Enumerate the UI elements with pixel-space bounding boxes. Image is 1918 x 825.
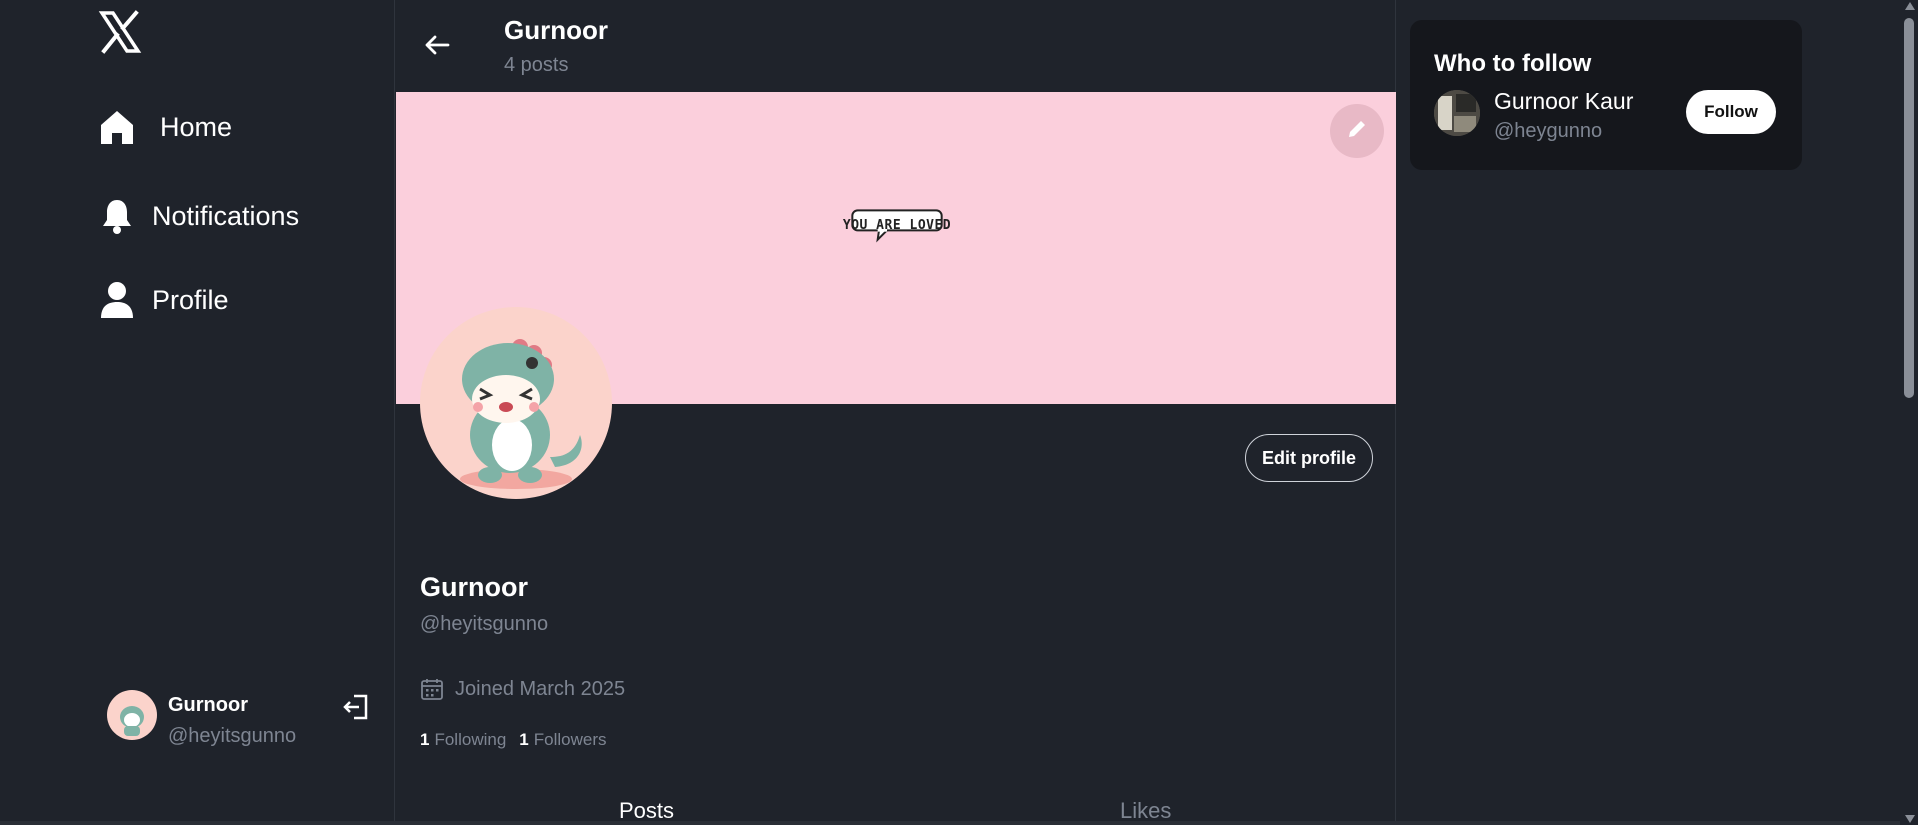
following-label: Following (434, 730, 507, 749)
followers-count: 1 (519, 730, 529, 749)
account-switcher[interactable]: Gurnoor @heyitsgunno (107, 690, 377, 747)
avatar (107, 690, 157, 740)
left-sidebar: Home Notifications Profile Gurnoor @heyi… (0, 0, 395, 825)
nav-notifications[interactable]: Notifications (96, 195, 299, 237)
profile-handle: @heyitsgunno (420, 613, 549, 635)
home-icon (96, 106, 138, 148)
followers-label: Followers (533, 730, 607, 749)
x-logo-icon[interactable] (98, 10, 142, 54)
nav-home-label: Home (160, 111, 233, 142)
who-to-follow-title: Who to follow (1434, 50, 1592, 77)
suggested-user-handle: @heygunno (1494, 120, 1603, 142)
joined-text: Joined March 2025 (455, 677, 626, 700)
scroll-down-arrow-icon[interactable] (1905, 815, 1915, 823)
suggested-user-name[interactable]: Gurnoor Kaur (1494, 88, 1633, 115)
calendar-icon (420, 677, 444, 701)
back-arrow-icon[interactable] (420, 28, 454, 62)
profile-name: Gurnoor (420, 572, 528, 602)
profile-avatar[interactable] (420, 307, 612, 499)
scrollbar-thumb[interactable] (1904, 18, 1914, 398)
follow-button[interactable]: Follow (1686, 90, 1776, 134)
banner-text: YOU ARE LOVED (842, 217, 952, 233)
page-scrollbar[interactable] (1900, 0, 1918, 825)
nav-home[interactable]: Home (96, 106, 232, 148)
page-title: Gurnoor (504, 15, 608, 45)
posts-count: 4 posts (504, 54, 569, 76)
pencil-icon (1345, 117, 1369, 146)
account-handle: @heyitsgunno (168, 725, 297, 747)
profile-main: Gurnoor 4 posts YOU ARE LOVED Edit profi… (396, 0, 1396, 825)
edit-profile-button[interactable]: Edit profile (1245, 434, 1373, 482)
nav-profile[interactable]: Profile (96, 279, 229, 321)
account-name: Gurnoor (168, 694, 248, 716)
nav-notifications-label: Notifications (152, 200, 300, 231)
joined-date: Joined March 2025 (420, 677, 625, 701)
bell-icon (96, 195, 138, 237)
logout-icon[interactable] (342, 693, 370, 721)
scroll-up-arrow-icon[interactable] (1905, 2, 1915, 10)
bottom-divider (0, 821, 1900, 825)
who-to-follow-card: Who to follow Gurnoor Kaur @heygunno Fol… (1410, 20, 1802, 170)
following-link[interactable]: 1 Following (420, 730, 506, 750)
nav-profile-label: Profile (152, 284, 229, 315)
edit-banner-button[interactable] (1330, 104, 1384, 158)
followers-link[interactable]: 1 Followers (519, 730, 606, 750)
suggested-user-avatar[interactable] (1434, 90, 1480, 136)
person-icon (96, 279, 138, 321)
follow-stats: 1 Following 1 Followers (420, 730, 607, 750)
following-count: 1 (420, 730, 430, 749)
